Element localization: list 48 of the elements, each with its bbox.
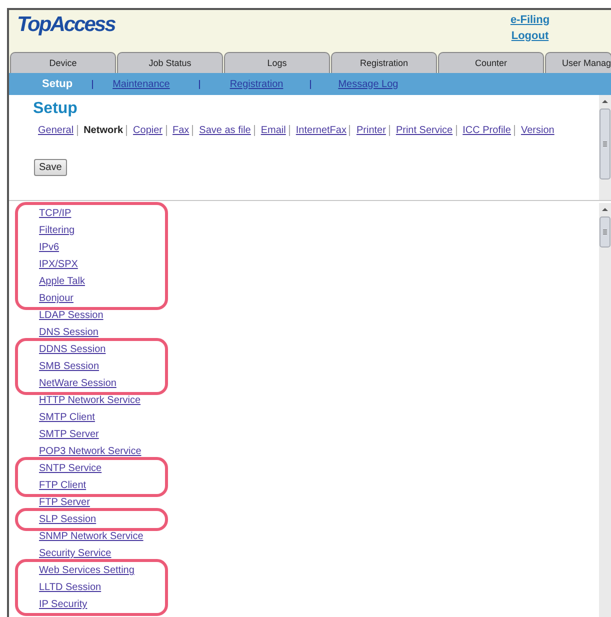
category-link[interactable]: Printer [356, 124, 386, 136]
category-link[interactable]: Version [520, 124, 554, 136]
tab[interactable]: Logs [224, 52, 330, 73]
setting-link[interactable]: Bonjour [39, 290, 74, 307]
setting-link[interactable]: SMTP Server [39, 426, 99, 443]
category-link[interactable]: Save as file [199, 124, 251, 136]
header-link[interactable]: Logout [511, 30, 549, 42]
tab[interactable]: User Manag [545, 52, 611, 73]
scrollbar[interactable] [599, 203, 611, 617]
tab[interactable]: Counter [438, 52, 544, 73]
setting-link[interactable]: SMTP Client [39, 409, 95, 426]
setting-link[interactable]: Apple Talk [39, 273, 85, 290]
scrollbar[interactable] [599, 95, 611, 200]
tab[interactable]: Job Status [117, 52, 223, 73]
setting-link[interactable]: Web Services Setting [39, 562, 134, 579]
page-title: Setup [33, 99, 78, 119]
setting-link[interactable]: LDAP Session [39, 307, 104, 324]
setting-link[interactable]: IPv6 [39, 239, 60, 256]
setting-link[interactable]: SLP Session [39, 511, 96, 528]
setting-link[interactable]: SNTP Service [39, 460, 102, 477]
setting-link[interactable]: Security Service [39, 545, 112, 562]
setting-link[interactable]: LLTD Session [39, 579, 102, 596]
setting-link[interactable]: FTP Server [39, 494, 90, 511]
category-link[interactable]: ICC Profile [462, 124, 511, 136]
setting-link[interactable]: FTP Client [39, 477, 86, 494]
category-link[interactable]: Fax [172, 124, 190, 136]
category-link[interactable]: Email [260, 124, 286, 136]
setting-link[interactable]: SNMP Network Service [39, 528, 144, 545]
category-link[interactable]: Network [84, 124, 124, 136]
setting-link[interactable]: TCP/IP [39, 205, 72, 222]
category-link[interactable]: Print Service [396, 124, 453, 136]
logo: TopAccess [17, 13, 115, 37]
category-link[interactable]: Copier [133, 124, 162, 136]
category-link[interactable]: General [38, 124, 74, 136]
setting-link[interactable]: NetWare Session [39, 375, 116, 392]
tab[interactable]: Device [10, 52, 116, 73]
setting-link[interactable]: POP3 Network Service [39, 443, 142, 460]
setting-link[interactable]: IPX/SPX [39, 256, 78, 273]
save-button[interactable]: Save [34, 159, 67, 176]
category-link[interactable]: InternetFax [296, 124, 346, 136]
setting-link[interactable]: DNS Session [39, 324, 98, 341]
setting-link[interactable]: HTTP Network Service [39, 392, 141, 409]
setting-link[interactable]: IP Security [39, 596, 88, 613]
setting-link[interactable]: Filtering [39, 222, 75, 239]
setting-link[interactable]: DDNS Session [39, 341, 106, 358]
setting-link[interactable]: SMB Session [39, 358, 100, 375]
header-link[interactable]: e-Filing [510, 14, 550, 26]
tab[interactable]: Registration [331, 52, 437, 73]
